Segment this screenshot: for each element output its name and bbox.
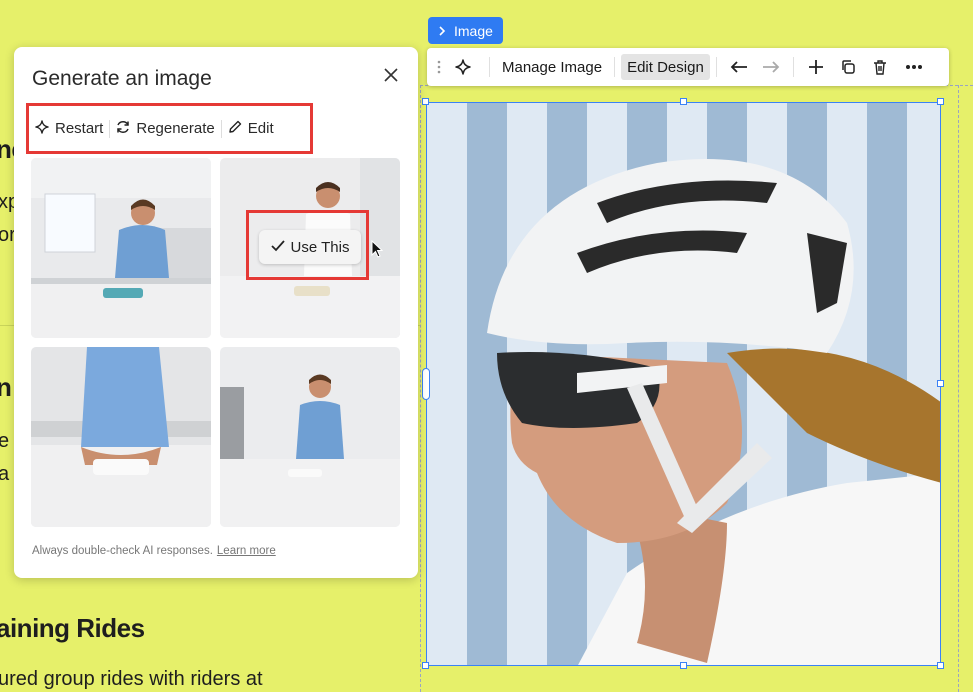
toolbar-separator <box>489 57 490 77</box>
chevron-right-icon <box>438 23 446 39</box>
guide-line-left <box>420 85 421 692</box>
panel-title: Generate an image <box>32 67 212 90</box>
generated-image-1[interactable] <box>31 158 211 338</box>
bg-section-body: ured group rides with riders at <box>0 668 263 690</box>
restart-button[interactable]: Restart <box>29 106 109 151</box>
ai-disclaimer: Always double-check AI responses. Learn m… <box>32 545 276 557</box>
resize-handle-bottom[interactable] <box>680 662 687 669</box>
toolbar-separator <box>614 57 616 77</box>
bg-text-fragment-3: e <box>0 430 10 452</box>
restart-label: Restart <box>55 120 104 137</box>
panel-action-bar: Restart Regenerate Edit <box>26 103 313 154</box>
guide-line-right <box>958 85 959 692</box>
refresh-icon <box>116 120 130 138</box>
bg-text-fragment-4: a <box>0 463 10 485</box>
selected-image[interactable] <box>426 102 941 666</box>
resize-handle-top[interactable] <box>680 98 687 105</box>
plus-icon[interactable] <box>800 54 832 80</box>
close-icon[interactable] <box>381 65 401 85</box>
checkmark-icon <box>270 239 285 256</box>
use-this-button[interactable]: Use This <box>259 230 361 264</box>
element-type-label: Image <box>454 22 493 39</box>
edit-button[interactable]: Edit <box>222 106 280 151</box>
drag-handle-icon[interactable] <box>435 54 443 80</box>
learn-more-link[interactable]: Learn more <box>217 545 276 557</box>
generated-image-3[interactable] <box>31 347 211 527</box>
resize-handle-right[interactable] <box>937 380 944 387</box>
resize-handle-bottom-left[interactable] <box>422 662 429 669</box>
bg-section-heading: aining Rides <box>0 613 145 643</box>
more-icon[interactable] <box>896 54 932 80</box>
pencil-icon <box>228 120 242 138</box>
bg-heading-fragment-2: n <box>0 372 12 402</box>
resize-handle-bottom-right[interactable] <box>937 662 944 669</box>
trash-icon[interactable] <box>864 54 896 80</box>
manage-image-button[interactable]: Manage Image <box>496 54 608 80</box>
toolbar-separator <box>715 57 717 77</box>
element-type-tag[interactable]: Image <box>428 17 503 44</box>
arrow-left-icon[interactable] <box>723 54 755 80</box>
regenerate-button[interactable]: Regenerate <box>110 106 220 151</box>
mouse-cursor-icon <box>371 239 384 263</box>
edit-label: Edit <box>247 120 274 137</box>
arrow-right-icon[interactable] <box>755 54 787 80</box>
use-this-label: Use This <box>290 238 350 256</box>
sparkle-icon[interactable] <box>443 54 483 80</box>
edit-design-button[interactable]: Edit Design <box>621 54 710 80</box>
generated-image-4[interactable] <box>220 347 400 527</box>
regenerate-label: Regenerate <box>136 120 215 137</box>
cyclist-photo <box>427 103 940 665</box>
resize-handle-top-right[interactable] <box>937 98 944 105</box>
generate-image-panel: Generate an image Restart Regenerate Edi… <box>14 47 418 578</box>
resize-handle-top-left[interactable] <box>422 98 429 105</box>
duplicate-icon[interactable] <box>832 54 864 80</box>
sparkle-icon <box>35 119 49 138</box>
toolbar-separator <box>792 57 794 77</box>
resize-handle-left[interactable] <box>422 368 430 400</box>
image-toolbar: Manage Image Edit Design <box>427 48 949 86</box>
ai-disclaimer-text: Always double-check AI responses. <box>32 545 213 557</box>
